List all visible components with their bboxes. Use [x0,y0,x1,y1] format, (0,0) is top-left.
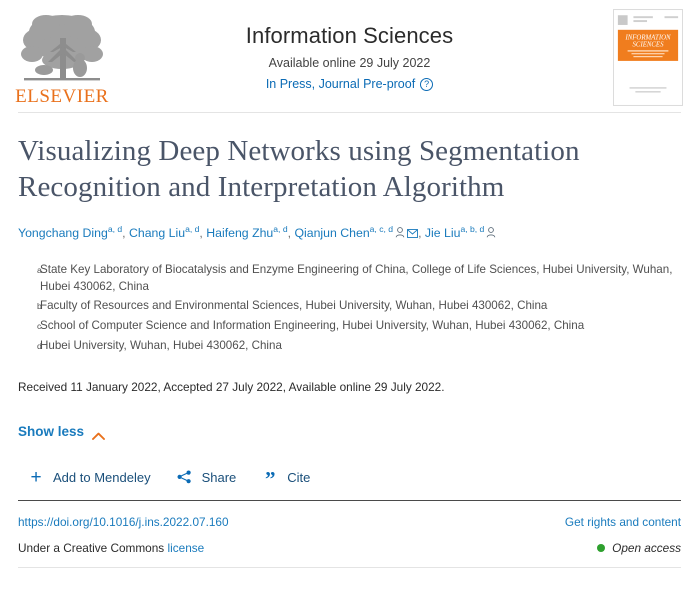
cite-button[interactable]: ” Cite [262,467,311,492]
author-name[interactable]: Yongchang Ding [18,226,108,240]
quotation-marks-icon: ” [265,467,276,492]
author-entry: Jie Liua, b, d [425,224,496,243]
author-affiliation-marks: a, d [107,224,123,235]
article-main: Visualizing Deep Networks using Segmenta… [0,133,699,492]
license-row: Under a Creative Commons license Open ac… [18,541,681,555]
share-label: Share [201,469,237,485]
header-divider [18,112,681,113]
affiliation-text: School of Computer Science and Informati… [40,319,585,333]
press-status-label[interactable]: In Press, Journal Pre-proof [266,77,415,91]
journal-cover-thumbnail[interactable]: INFORMATION SCIENCES [613,9,683,106]
actions-divider [18,500,681,502]
show-less-label: Show less [18,424,85,440]
author-affiliation-marks: a, c, d [369,224,394,235]
affiliation-item: c School of Computer Science and Informa… [18,317,681,335]
affiliation-list: a State Key Laboratory of Biocatalysis a… [18,261,681,355]
doi-link[interactable]: https://doi.org/10.1016/j.ins.2022.07.16… [18,515,229,529]
affiliation-mark: a [37,265,42,276]
journal-title: Information Sciences [245,23,454,48]
doi-row: https://doi.org/10.1016/j.ins.2022.07.16… [18,515,681,529]
author-name[interactable]: Haifeng Zhu [206,226,273,240]
footer-divider [18,567,681,569]
affiliation-item: a State Key Laboratory of Biocatalysis a… [18,261,681,295]
affiliation-mark: d [37,341,42,352]
author-entry: Haifeng Zhua, d [206,224,288,240]
cite-label: Cite [287,469,311,485]
author-entry: Qianjun Chena, c, d [294,224,419,243]
author-name[interactable]: Qianjun Chen [294,226,369,240]
author-affiliation-marks: a, d [185,224,200,235]
green-dot-icon [597,544,606,553]
affiliation-text: Hubei University, Wuhan, Hubei 430062, C… [40,339,282,353]
author-name[interactable]: Chang Liu [129,226,185,240]
envelope-icon[interactable] [407,225,419,243]
plus-icon: + [30,466,42,488]
author-name[interactable]: Jie Liu [425,226,461,240]
article-page: ELSEVIER Information Sciences Available … [0,0,699,614]
author-affiliation-marks: a, b, d [460,224,485,235]
open-access-badge: Open access [597,541,681,555]
get-rights-and-content-link[interactable]: Get rights and content [565,515,681,529]
person-icon[interactable] [486,225,496,243]
license-prefix: Under a Creative Commons [18,541,165,556]
author-separator: , [418,226,425,241]
journal-header: Information Sciences Available online 29… [0,22,699,91]
affiliation-mark: c [37,321,42,332]
affiliation-item: d Hubei University, Wuhan, Hubei 430062,… [18,337,681,355]
article-actions: + Add to Mendeley Share ” Cite [18,466,681,492]
svg-text:SCIENCES: SCIENCES [633,41,665,48]
person-icon[interactable] [395,225,405,243]
masthead: ELSEVIER Information Sciences Available … [0,0,699,112]
show-less-button[interactable]: Show less [18,424,105,440]
author-entry: Chang Liua, d [129,224,200,240]
affiliation-mark: b [37,301,42,312]
article-footer: https://doi.org/10.1016/j.ins.2022.07.16… [0,515,699,569]
license-link[interactable]: license [168,541,205,555]
add-to-mendeley-label: Add to Mendeley [53,469,151,485]
question-mark-circle-icon[interactable]: ? [420,77,434,91]
affiliation-text: Faculty of Resources and Environmental S… [40,299,548,313]
page-title: Visualizing Deep Networks using Segmenta… [18,135,580,203]
author-list: Yongchang Dinga, d, Chang Liua, d, Haife… [18,224,681,243]
author-separator: , [122,226,129,241]
publication-history: Received 11 January 2022, Accepted 27 Ju… [18,380,445,395]
chevron-up-icon [92,428,105,440]
available-online-text: Available online 29 July 2022 [268,56,431,70]
author-entry: Yongchang Dinga, d [18,224,123,240]
author-affiliation-marks: a, d [273,224,288,235]
add-to-mendeley-button[interactable]: + Add to Mendeley [28,466,151,488]
share-button[interactable]: Share [177,469,237,485]
share-nodes-icon [177,469,193,485]
press-status: In Press, Journal Pre-proof ? [0,77,699,91]
affiliation-item: b Faculty of Resources and Environmental… [18,297,681,315]
open-access-label: Open access [612,541,681,556]
license-text-group: Under a Creative Commons license [18,541,204,555]
affiliation-text: State Key Laboratory of Biocatalysis and… [40,263,673,294]
